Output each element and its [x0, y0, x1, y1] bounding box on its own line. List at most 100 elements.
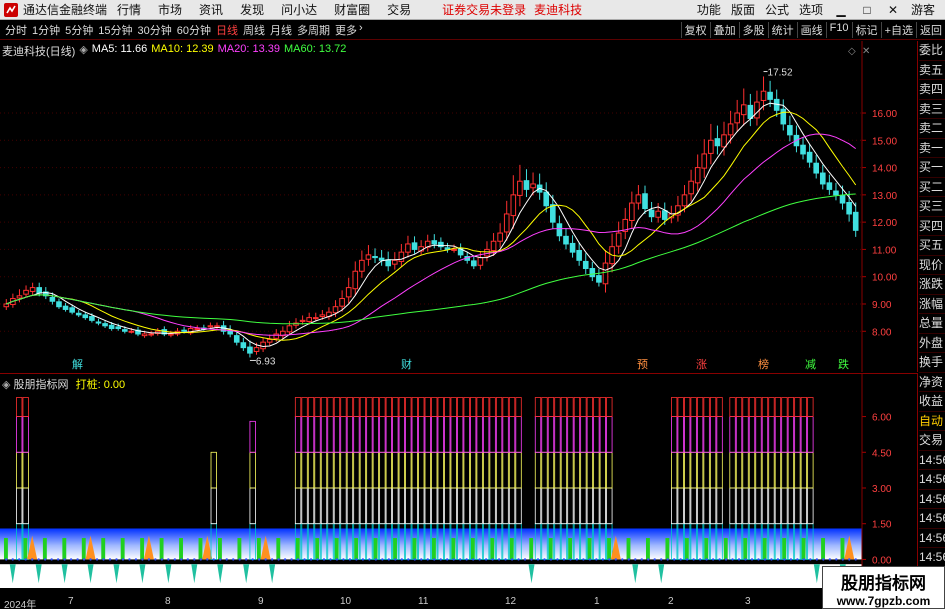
event-limit-up[interactable]: 涨: [696, 358, 707, 371]
level-bar: [677, 487, 684, 525]
baseline-dot: [433, 558, 436, 561]
event-unlock[interactable]: 解: [72, 357, 83, 371]
add-watchlist-button[interactable]: +自选: [880, 21, 916, 38]
baseline-dot: [342, 558, 345, 561]
sidebar-item: 14:56: [919, 490, 945, 509]
menu-formula[interactable]: 公式: [765, 1, 789, 18]
menu-discover[interactable]: 发现: [240, 1, 264, 18]
menu-trade[interactable]: 交易: [387, 1, 411, 18]
green-bar: [334, 538, 339, 560]
tab-monthly[interactable]: 月线: [270, 22, 292, 38]
level-bar: [606, 451, 613, 489]
indicator-legend: ◈ 股朋指标网 打桩: 0.00: [2, 376, 125, 392]
tab-60min[interactable]: 60分钟: [177, 22, 211, 38]
chevron-right-icon[interactable]: ›: [359, 22, 363, 38]
baseline-dot: [750, 558, 754, 561]
level-bar: [729, 487, 736, 525]
tab-more[interactable]: 更多: [335, 22, 357, 38]
baseline-dot: [309, 558, 313, 561]
baseline-dot: [724, 558, 728, 561]
candle-body: [550, 204, 556, 223]
menu-ask[interactable]: 问小达: [281, 1, 317, 18]
baseline-dot: [199, 558, 202, 561]
indicator-panel[interactable]: ◈ 股朋指标网 打桩: 0.00 0.00 1.50 3.00 4.50 6.00: [0, 373, 918, 596]
sidebar-item: 现价: [919, 256, 945, 275]
level-bar: [508, 451, 516, 489]
statistics-button[interactable]: 统计: [767, 21, 797, 38]
menu-function[interactable]: 功能: [697, 1, 721, 18]
baseline-dot: [154, 558, 157, 561]
level-bar: [450, 487, 457, 525]
candle-body: [497, 232, 503, 242]
app-name: 通达信金融终端: [23, 3, 108, 17]
login-status[interactable]: 证券交易未登录: [442, 1, 526, 18]
menu-market[interactable]: 市场: [158, 1, 182, 18]
tab-1min[interactable]: 1分钟: [32, 22, 60, 38]
tab-5min[interactable]: 5分钟: [65, 22, 93, 38]
price-chart-panel[interactable]: 麦迪科技(日线) ◈ MA5: 11.66 MA10: 12.39 MA20: …: [0, 41, 918, 372]
event-reduce[interactable]: 减: [805, 358, 816, 371]
sidebar-item[interactable]: 自动: [919, 412, 945, 431]
indicator-chart[interactable]: 0.00 1.50 3.00 4.50 6.00: [0, 374, 918, 596]
y-tick-label: 4.50: [872, 448, 892, 459]
level-bar: [781, 397, 788, 417]
close-icon[interactable]: ✕: [885, 3, 901, 17]
adjust-button[interactable]: 复权: [680, 21, 710, 38]
level-bar: [463, 451, 470, 489]
level-bar: [502, 416, 509, 453]
candle-body: [602, 262, 609, 285]
tab-30min[interactable]: 30分钟: [138, 22, 172, 38]
mark-button[interactable]: 标记: [851, 21, 881, 38]
baseline-dot: [549, 558, 553, 561]
event-forecast[interactable]: 预: [637, 358, 648, 371]
menu-news[interactable]: 资讯: [199, 1, 223, 18]
minimize-icon[interactable]: ▁: [833, 3, 849, 17]
multi-stock-button[interactable]: 多股: [738, 21, 768, 38]
level-bar: [489, 416, 496, 453]
level-bar: [476, 487, 483, 525]
level-bar: [424, 451, 431, 489]
menu-options[interactable]: 选项: [799, 1, 823, 18]
baseline-dot: [802, 558, 806, 561]
level-bar: [794, 416, 801, 453]
level-bar: [359, 416, 367, 453]
baseline-dot: [692, 558, 695, 561]
settings-dot-icon[interactable]: ◈: [79, 43, 87, 59]
draw-line-button[interactable]: 画线: [796, 21, 826, 38]
level-bar: [755, 487, 762, 525]
app-logo-icon: [2, 1, 20, 19]
level-bar: [457, 487, 464, 525]
event-top-list[interactable]: 榜: [758, 357, 769, 371]
candle-body: [813, 162, 820, 174]
level-bar: [16, 451, 23, 489]
event-finance[interactable]: 财: [401, 357, 412, 371]
chart-settings-icons[interactable]: ◇ ✕: [848, 46, 870, 57]
candle-body: [260, 341, 266, 350]
ma10-label: MA10: 12.39: [151, 43, 214, 55]
baseline-dot: [193, 558, 196, 561]
candlestick-chart[interactable]: 8.00 9.00 10.00 11.00 12.00 13.00 14.00 15.00 16…: [0, 41, 918, 372]
baseline-dot: [634, 558, 637, 561]
sidebar-item[interactable]: 交易: [919, 431, 945, 451]
baseline-dot: [809, 558, 812, 561]
tab-intraday[interactable]: 分时: [5, 22, 27, 38]
tab-15min[interactable]: 15分钟: [98, 22, 132, 38]
overlay-button[interactable]: 叠加: [709, 21, 739, 38]
guest-user[interactable]: 游客: [911, 1, 935, 18]
candle-body: [359, 259, 365, 272]
candle-body: [477, 257, 484, 266]
level-bar: [457, 397, 464, 417]
tab-daily[interactable]: 日线: [216, 22, 238, 38]
menu-layout[interactable]: 版面: [731, 1, 755, 18]
level-bar: [800, 397, 808, 417]
menu-wealth[interactable]: 财富圈: [334, 1, 370, 18]
settings-dot-icon[interactable]: ◈: [2, 379, 10, 391]
tab-multi-period[interactable]: 多周期: [297, 22, 330, 38]
maximize-icon[interactable]: □: [859, 3, 875, 17]
menu-quotes[interactable]: 行情: [117, 1, 141, 18]
back-button[interactable]: 返回: [916, 21, 945, 38]
event-limit-down[interactable]: 跌: [838, 357, 849, 371]
level-bar: [482, 487, 490, 525]
tab-weekly[interactable]: 周线: [243, 22, 265, 38]
f10-button[interactable]: F10: [825, 21, 852, 38]
